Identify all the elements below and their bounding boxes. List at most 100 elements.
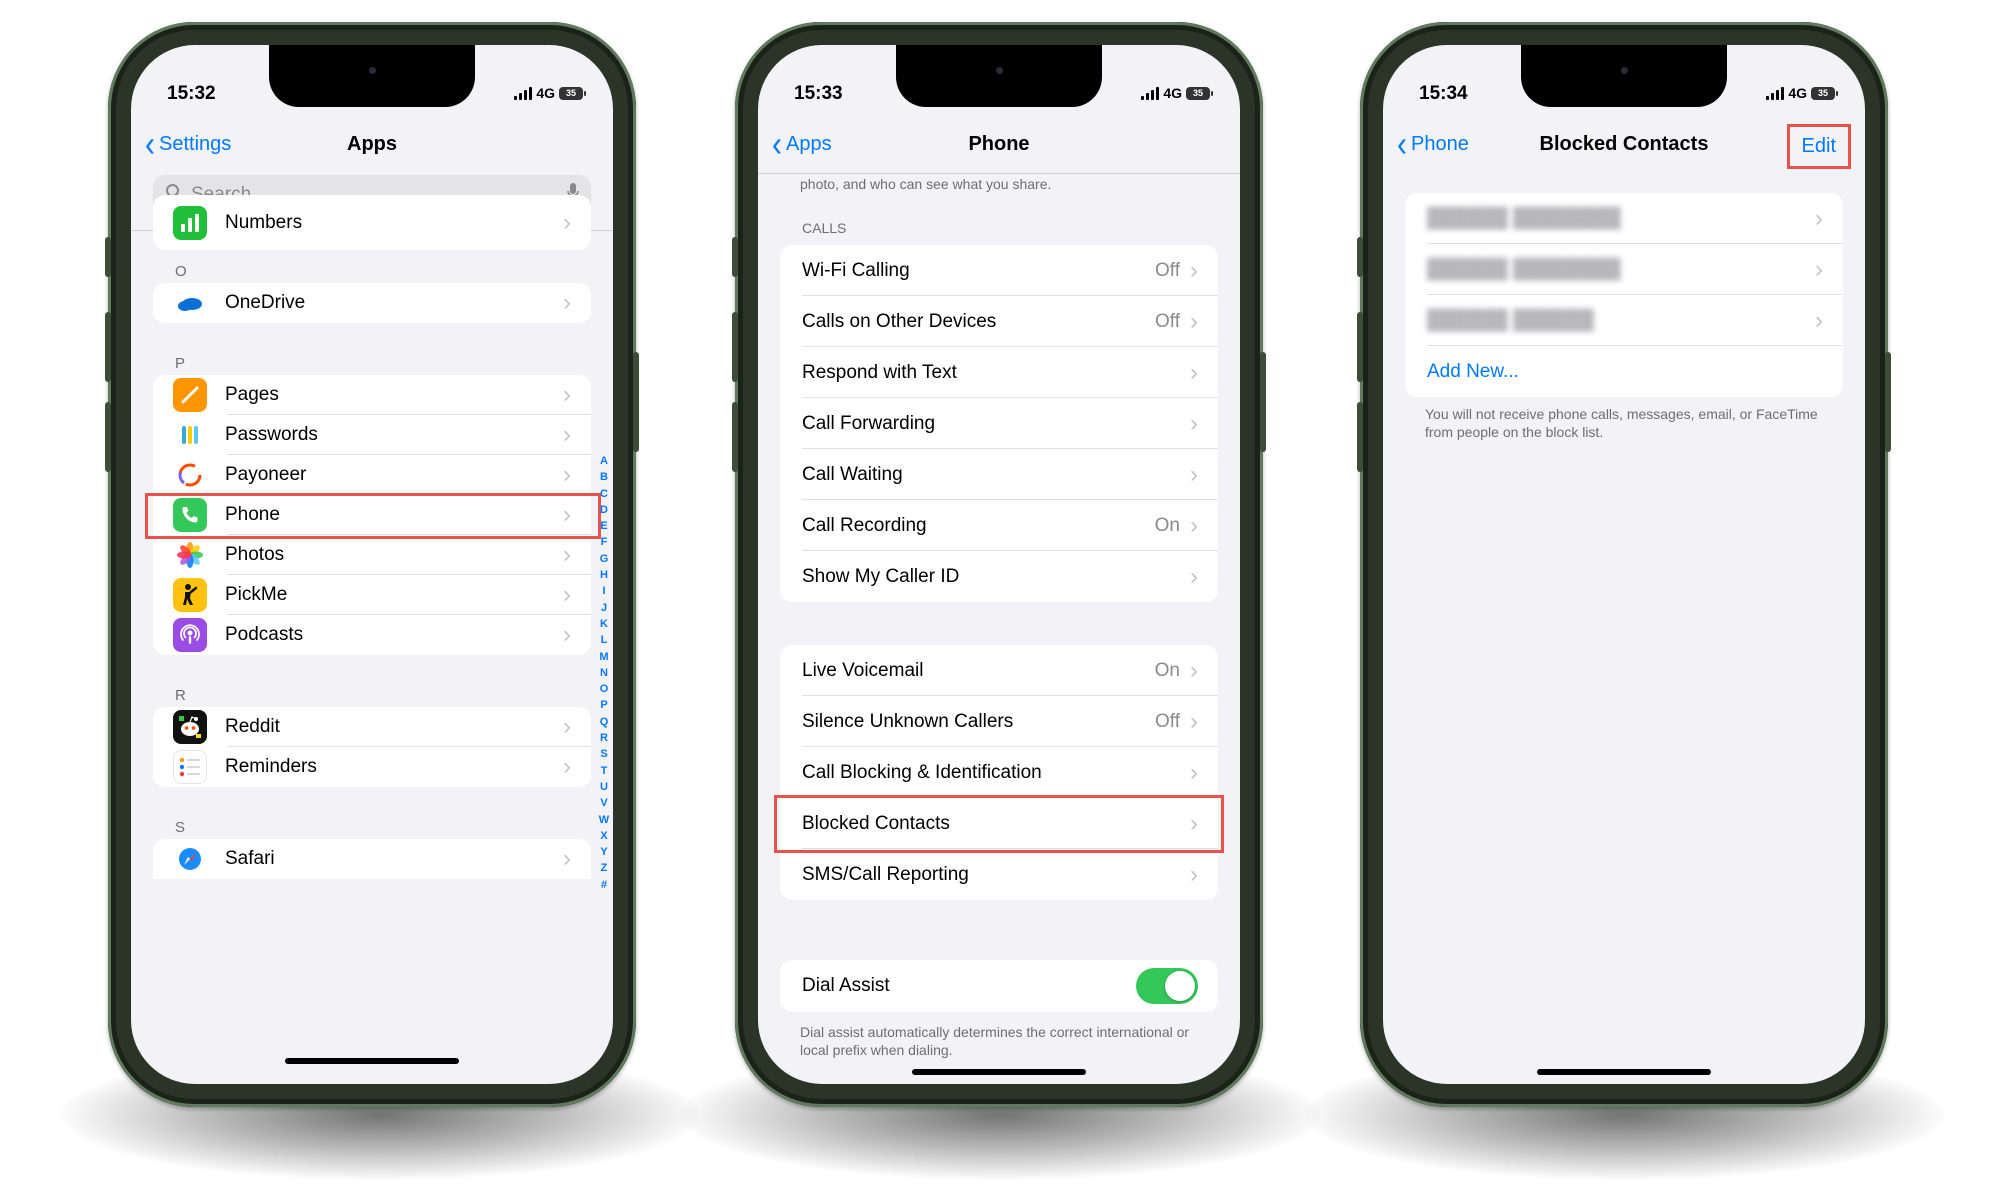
- blocked-contacts-row[interactable]: Blocked Contacts ›: [780, 798, 1218, 849]
- chevron-right-icon: ›: [563, 501, 571, 528]
- app-label: PickMe: [225, 584, 288, 605]
- index-letter[interactable]: T: [598, 763, 610, 779]
- index-letter[interactable]: C: [598, 486, 610, 502]
- home-indicator[interactable]: [1537, 1069, 1711, 1075]
- blocked-contact-row[interactable]: ██████ ██████ ›: [1405, 295, 1843, 346]
- blocked-contact-row[interactable]: ██████ ████████ ›: [1405, 193, 1843, 244]
- side-button: [1357, 312, 1363, 382]
- edit-button[interactable]: Edit: [1786, 124, 1851, 169]
- index-letter[interactable]: V: [598, 795, 610, 811]
- index-letter[interactable]: R: [598, 730, 610, 746]
- index-letter[interactable]: L: [598, 632, 610, 648]
- list-item-reminders[interactable]: Reminders ›: [153, 747, 591, 787]
- back-label: Phone: [1411, 133, 1469, 155]
- list-item-reddit[interactable]: Reddit ›: [153, 707, 591, 747]
- app-label: Passwords: [225, 424, 318, 445]
- chevron-left-icon: ‹: [772, 124, 782, 164]
- calls-on-other-devices-row[interactable]: Calls on Other Devices Off ›: [780, 296, 1218, 347]
- back-label: Settings: [159, 133, 232, 155]
- index-letter[interactable]: K: [598, 616, 610, 632]
- index-letter[interactable]: B: [598, 469, 610, 485]
- index-letter[interactable]: I: [598, 583, 610, 599]
- chevron-right-icon: ›: [1190, 809, 1198, 837]
- chevron-left-icon: ‹: [145, 124, 155, 164]
- add-new-button[interactable]: Add New...: [1405, 346, 1843, 397]
- section-index[interactable]: A B C D E F G H I J K L M N O P Q R S T U V W X Y Z #: [598, 453, 610, 893]
- dial-assist-toggle[interactable]: [1136, 968, 1198, 1004]
- list-item-photos[interactable]: Photos ›: [153, 535, 591, 575]
- index-letter[interactable]: #: [598, 877, 610, 893]
- chevron-right-icon: ›: [1190, 460, 1198, 488]
- index-letter[interactable]: W: [598, 812, 610, 828]
- index-letter[interactable]: O: [598, 681, 610, 697]
- list-item-pickme[interactable]: PickMe ›: [153, 575, 591, 615]
- index-letter[interactable]: F: [598, 534, 610, 550]
- dial-assist-note: Dial assist automatically determines the…: [800, 1024, 1190, 1058]
- back-button[interactable]: ‹ Apps: [772, 124, 832, 164]
- index-letter[interactable]: Z: [598, 860, 610, 876]
- list-item-numbers[interactable]: Numbers ›: [153, 195, 591, 250]
- list-item-payoneer[interactable]: Payoneer ›: [153, 455, 591, 495]
- wifi-calling-row[interactable]: Wi-Fi Calling Off ›: [780, 245, 1218, 296]
- call-forwarding-row[interactable]: Call Forwarding ›: [780, 398, 1218, 449]
- row-value: Off: [1155, 310, 1180, 332]
- chevron-right-icon: ›: [563, 421, 571, 448]
- section-footnote: photo, and who can see what you share.: [800, 176, 1052, 192]
- list-item-safari[interactable]: Safari ›: [153, 839, 591, 879]
- index-letter[interactable]: S: [598, 746, 610, 762]
- index-letter[interactable]: J: [598, 600, 610, 616]
- silence-unknown-callers-row[interactable]: Silence Unknown Callers Off ›: [780, 696, 1218, 747]
- blocked-contact-row[interactable]: ██████ ████████ ›: [1405, 244, 1843, 295]
- index-letter[interactable]: M: [598, 649, 610, 665]
- toggle-knob: [1165, 971, 1195, 1001]
- nav-bar: ‹ Apps Phone: [758, 124, 1240, 173]
- side-button: [732, 237, 738, 277]
- list-item-podcasts[interactable]: Podcasts ›: [153, 615, 591, 655]
- index-letter[interactable]: U: [598, 779, 610, 795]
- blurred-contact: ██████ ████████: [1427, 207, 1621, 229]
- index-letter[interactable]: E: [598, 518, 610, 534]
- index-letter[interactable]: G: [598, 551, 610, 567]
- sms-call-reporting-row[interactable]: SMS/Call Reporting ›: [780, 849, 1218, 900]
- chevron-right-icon: ›: [563, 208, 571, 236]
- row-label: Call Recording: [802, 514, 927, 536]
- index-letter[interactable]: D: [598, 502, 610, 518]
- app-label: Reminders: [225, 756, 317, 777]
- call-recording-row[interactable]: Call Recording On ›: [780, 500, 1218, 551]
- side-button: [1357, 237, 1363, 277]
- block-list-footer: You will not receive phone calls, messag…: [1425, 406, 1818, 440]
- back-button[interactable]: ‹ Settings: [145, 124, 232, 164]
- index-letter[interactable]: Q: [598, 714, 610, 730]
- list-item-onedrive[interactable]: OneDrive ›: [153, 283, 591, 323]
- index-letter[interactable]: Y: [598, 844, 610, 860]
- chevron-right-icon: ›: [1190, 256, 1198, 284]
- index-letter[interactable]: X: [598, 828, 610, 844]
- apps-group-s: Safari ›: [153, 839, 591, 879]
- live-voicemail-row[interactable]: Live Voicemail On ›: [780, 645, 1218, 696]
- chevron-right-icon: ›: [1190, 707, 1198, 735]
- list-item-passwords[interactable]: Passwords ›: [153, 415, 591, 455]
- index-letter[interactable]: A: [598, 453, 610, 469]
- payoneer-icon: [173, 458, 207, 492]
- dial-assist-row: Dial Assist: [780, 960, 1218, 1012]
- index-letter[interactable]: H: [598, 567, 610, 583]
- index-letter[interactable]: P: [598, 697, 610, 713]
- app-label: Safari: [225, 848, 275, 869]
- battery-icon: 35: [1811, 86, 1838, 100]
- call-waiting-row[interactable]: Call Waiting ›: [780, 449, 1218, 500]
- back-button[interactable]: ‹ Phone: [1397, 126, 1469, 162]
- chevron-right-icon: ›: [1190, 409, 1198, 437]
- call-blocking-identification-row[interactable]: Call Blocking & Identification ›: [780, 747, 1218, 798]
- podcasts-icon: [173, 618, 207, 652]
- calls-group: Wi-Fi Calling Off › Calls on Other Devices…: [780, 245, 1218, 602]
- list-item-phone[interactable]: Phone ›: [153, 495, 591, 535]
- respond-with-text-row[interactable]: Respond with Text ›: [780, 347, 1218, 398]
- home-indicator[interactable]: [285, 1058, 459, 1064]
- list-item-pages[interactable]: Pages ›: [153, 375, 591, 415]
- show-my-caller-id-row[interactable]: Show My Caller ID ›: [780, 551, 1218, 602]
- index-letter[interactable]: N: [598, 665, 610, 681]
- status-time: 15:34: [1419, 83, 1468, 104]
- app-label: Photos: [225, 544, 285, 565]
- home-indicator[interactable]: [912, 1069, 1086, 1075]
- chevron-right-icon: ›: [1190, 758, 1198, 786]
